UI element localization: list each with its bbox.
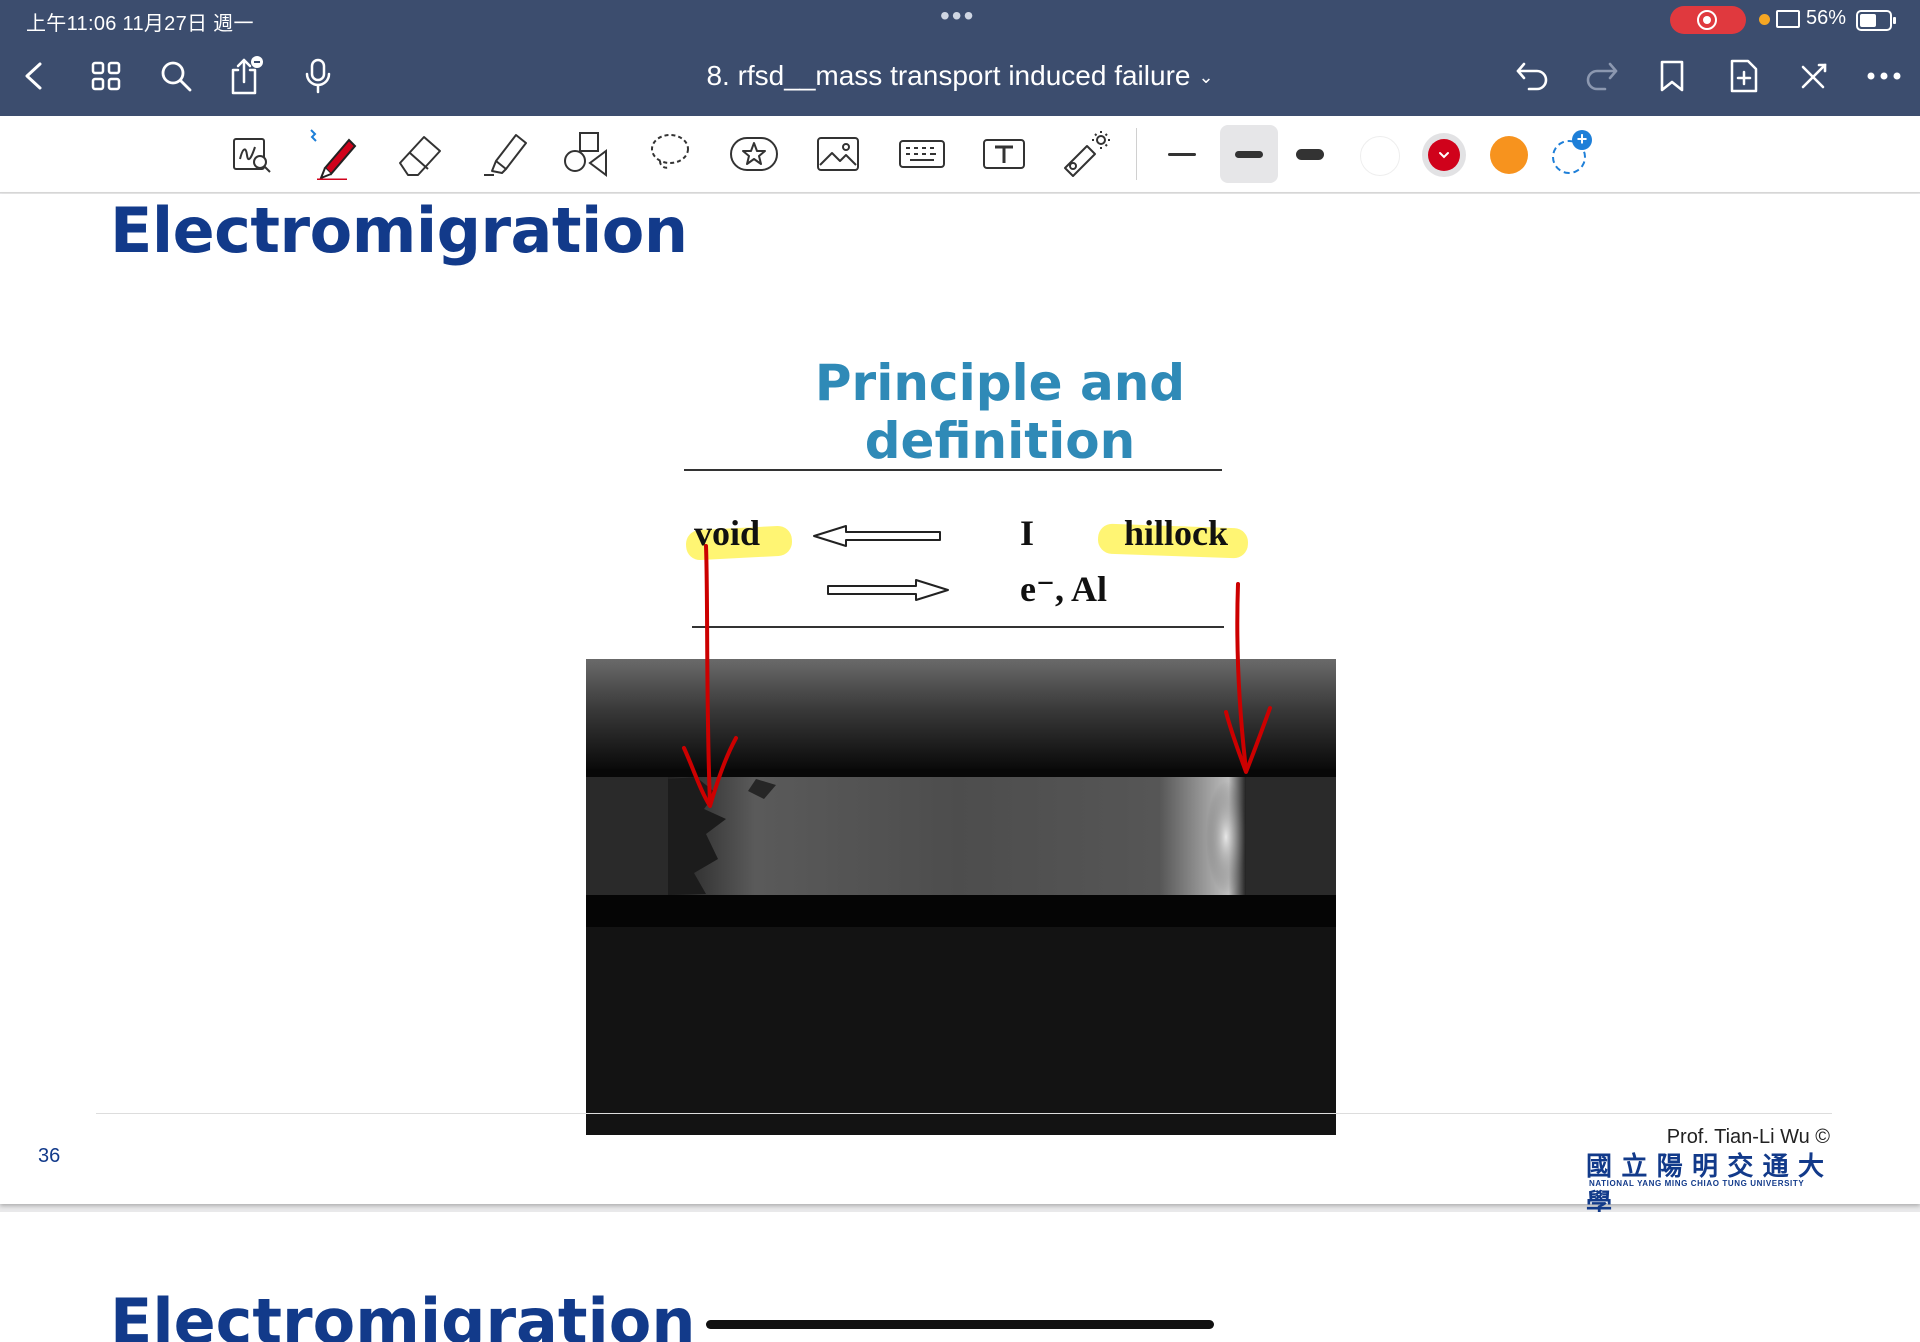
battery-icon xyxy=(1856,10,1896,31)
slide-subtitle: Principle and definition xyxy=(814,354,1186,470)
pen-toolbar-toggle-icon[interactable] xyxy=(1794,56,1834,96)
home-indicator[interactable] xyxy=(706,1320,1214,1329)
undo-icon[interactable] xyxy=(1512,56,1552,96)
add-color-button[interactable]: + xyxy=(1552,130,1592,174)
next-slide-title: Electromigration xyxy=(110,1285,696,1342)
keyboard-tool-icon[interactable] xyxy=(896,128,948,180)
hillock-label: hillock xyxy=(1124,513,1229,553)
highlighter-tool-icon[interactable] xyxy=(478,128,530,180)
back-icon[interactable] xyxy=(14,56,54,96)
lasso-tool-icon[interactable] xyxy=(644,128,696,180)
sem-micrograph-image xyxy=(586,659,1336,1135)
eraser-tool-icon[interactable] xyxy=(394,128,446,180)
color-chevron-icon xyxy=(1439,152,1449,159)
text-tool-icon[interactable] xyxy=(978,128,1030,180)
grid-view-icon[interactable] xyxy=(86,56,126,96)
search-icon[interactable] xyxy=(156,56,196,96)
image-tool-icon[interactable] xyxy=(812,128,864,180)
current-arrow-left-icon xyxy=(813,525,941,547)
slide-page: Electromigration Principle and definitio… xyxy=(0,194,1920,1218)
pen-tool-icon[interactable] xyxy=(306,128,358,180)
document-title: 8. rfsd__mass transport induced failure xyxy=(706,60,1191,91)
chevron-down-icon: ⌄ xyxy=(1198,67,1214,88)
microphone-icon[interactable] xyxy=(298,56,338,96)
toolbar-divider xyxy=(1136,128,1137,180)
zoom-lasso-tool-icon[interactable] xyxy=(226,128,278,180)
slide-title: Electromigration xyxy=(110,194,688,267)
add-page-icon[interactable] xyxy=(1724,56,1764,96)
electron-arrow-right-icon xyxy=(827,579,949,601)
sticker-tool-icon[interactable] xyxy=(728,128,780,180)
diagram-top-rule xyxy=(684,469,1222,471)
stroke-thick-option[interactable] xyxy=(1284,128,1336,180)
screen-record-indicator[interactable] xyxy=(1670,6,1746,34)
stroke-thin-option[interactable] xyxy=(1156,128,1208,180)
color-red-swatch-selected[interactable] xyxy=(1422,133,1466,177)
battery-percent: 56% xyxy=(1806,7,1847,29)
top-bar: 上午11:06 11月27日 週一 ••• 56% 8. rfsd__mass … xyxy=(0,0,1920,116)
color-orange-swatch[interactable] xyxy=(1490,136,1528,174)
screen-mirror-icon xyxy=(1776,10,1800,28)
electron-label: e⁻, Al xyxy=(1020,569,1107,609)
shapes-tool-icon[interactable] xyxy=(560,128,612,180)
annotation-toolbar: + xyxy=(0,116,1920,193)
footer-rule xyxy=(96,1113,1832,1114)
mic-indicator-dot xyxy=(1759,14,1770,25)
laser-pointer-tool-icon[interactable] xyxy=(1060,128,1112,180)
slide-page-number: 36 xyxy=(38,1145,61,1167)
bookmark-icon[interactable] xyxy=(1652,56,1692,96)
color-white-swatch[interactable] xyxy=(1360,136,1400,176)
status-time: 上午11:06 11月27日 週一 xyxy=(26,13,254,35)
stroke-medium-option[interactable] xyxy=(1220,125,1278,183)
document-title-menu[interactable]: 8. rfsd__mass transport induced failure ⌄ xyxy=(560,60,1360,92)
university-logo-english: NATIONAL YANG MING CHIAO TUNG UNIVERSITY xyxy=(1589,1179,1805,1188)
share-icon[interactable] xyxy=(226,56,266,96)
plus-icon: + xyxy=(1572,130,1592,150)
void-label: void xyxy=(694,513,761,553)
current-label: I xyxy=(1020,513,1035,553)
more-options-icon[interactable] xyxy=(1864,56,1904,96)
redo-icon[interactable] xyxy=(1582,56,1622,96)
multitask-dots[interactable]: ••• xyxy=(940,0,975,32)
diagram-bottom-rule xyxy=(692,626,1224,628)
